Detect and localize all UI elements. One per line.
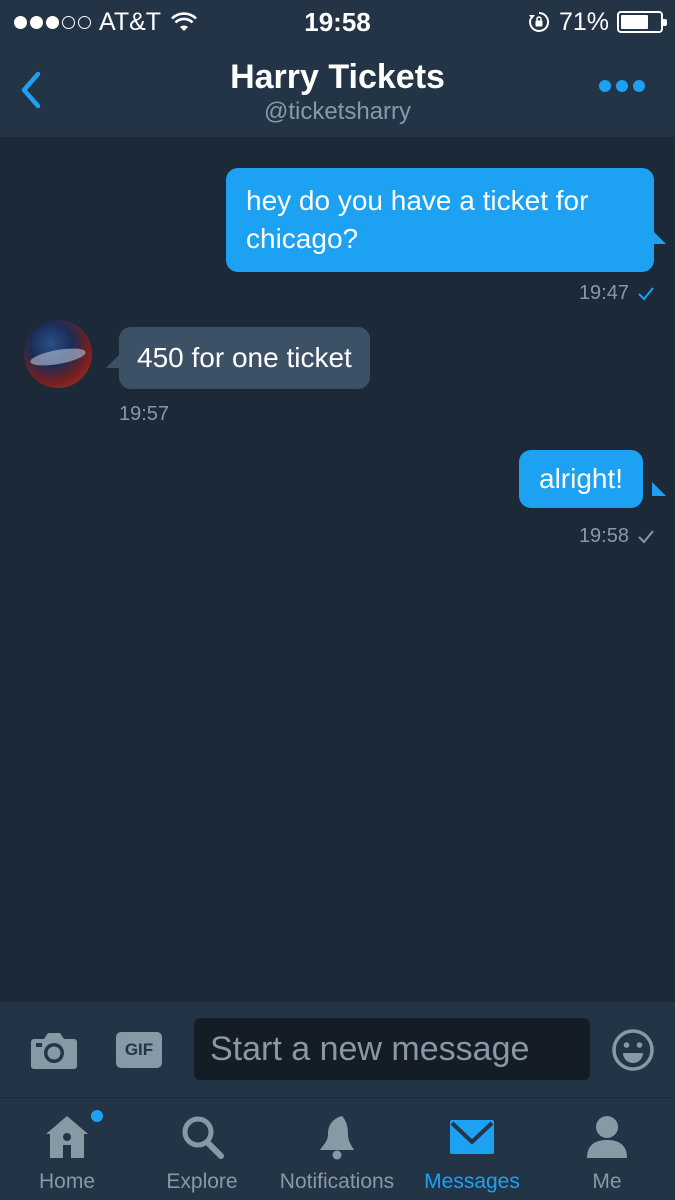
tab-label: Notifications [279, 1170, 395, 1193]
bubble-tail [652, 482, 666, 496]
camera-icon[interactable] [30, 1029, 78, 1071]
message-bubble-outgoing[interactable]: hey do you have a ticket for chicago? [226, 168, 654, 272]
tab-label: Explore [166, 1170, 238, 1193]
notification-badge [91, 1110, 103, 1122]
tab-me[interactable]: Me [557, 1098, 657, 1200]
header: AT&T 19:58 71% Harry Tickets @ticketshar… [0, 0, 675, 137]
more-options-button[interactable] [599, 80, 645, 92]
message-bubble-outgoing[interactable]: alright! [519, 450, 644, 508]
message-meta: 19:58 [579, 525, 655, 548]
bubble-tail [652, 230, 666, 244]
battery-icon [617, 11, 667, 33]
tab-bar: Home Explore Notifications Messages Me [0, 1097, 675, 1200]
message-input[interactable] [194, 1018, 590, 1080]
conversation-handle: @ticketsharry [263, 98, 412, 125]
gif-button[interactable]: GIF [116, 1032, 162, 1068]
person-icon [587, 1116, 627, 1158]
message-bubble-incoming[interactable]: 450 for one ticket [119, 327, 370, 389]
home-icon [46, 1116, 88, 1158]
sent-check-icon [638, 529, 654, 543]
message-meta: 19:47 [579, 282, 655, 305]
read-check-icon [638, 286, 654, 300]
bell-icon [320, 1116, 354, 1160]
battery-fill [621, 15, 648, 29]
tab-messages[interactable]: Messages [420, 1098, 524, 1200]
envelope-icon [450, 1120, 494, 1154]
conversation-title: Harry Tickets [230, 58, 445, 96]
message-time: 19:58 [578, 525, 629, 547]
tab-label: Home [38, 1170, 96, 1193]
message-composer: GIF [0, 1002, 675, 1097]
message-meta: 19:57 [119, 403, 169, 426]
tab-notifications[interactable]: Notifications [270, 1098, 404, 1200]
tab-explore[interactable]: Explore [152, 1098, 252, 1200]
rotation-lock-icon [528, 11, 549, 32]
emoji-icon[interactable] [611, 1028, 655, 1072]
avatar[interactable] [24, 320, 92, 388]
status-bar: AT&T 19:58 71% [0, 0, 675, 46]
message-time: 19:57 [119, 403, 170, 425]
battery-percentage: 71% [558, 7, 609, 36]
message-text: 450 for one ticket [137, 342, 352, 373]
tab-label: Messages [424, 1170, 520, 1193]
search-icon [182, 1116, 224, 1159]
message-time: 19:47 [578, 282, 629, 304]
status-right: 71% [527, 7, 667, 37]
tab-label: Me [592, 1170, 622, 1193]
message-text: alright! [539, 463, 624, 494]
message-text: hey do you have a ticket for chicago? [246, 185, 589, 254]
bubble-tail [106, 354, 120, 368]
